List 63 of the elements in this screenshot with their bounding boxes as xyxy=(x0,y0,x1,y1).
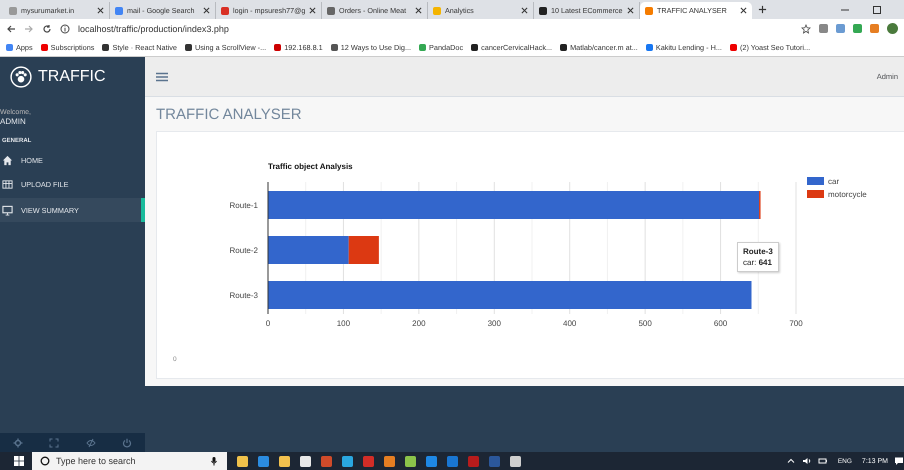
legend-label[interactable]: car xyxy=(828,177,840,186)
notification-icon[interactable] xyxy=(894,456,904,466)
chart-tooltip: Route-3 car: 641 xyxy=(737,242,779,272)
taskbar-search-field[interactable]: Type here to search xyxy=(32,452,227,470)
close-icon[interactable] xyxy=(521,7,528,14)
axis-label: 100 xyxy=(336,319,350,328)
axis-label: 700 xyxy=(789,319,803,328)
taskbar-app-icon[interactable] xyxy=(237,456,248,466)
taskbar-app-icon[interactable] xyxy=(405,456,416,466)
back-icon[interactable] xyxy=(6,24,16,34)
taskbar-app-icon[interactable] xyxy=(384,456,395,466)
home-icon xyxy=(2,154,13,166)
close-icon[interactable] xyxy=(415,7,422,14)
close-icon[interactable] xyxy=(97,7,104,14)
microphone-icon[interactable] xyxy=(209,456,219,466)
cortana-icon[interactable] xyxy=(40,456,50,466)
favicon-icon xyxy=(645,6,653,14)
category-label: Route-1 xyxy=(230,201,258,210)
paw-icon xyxy=(10,66,32,88)
axis-label: 400 xyxy=(563,319,576,328)
menu-icon[interactable] xyxy=(156,72,168,82)
axis-label: 300 xyxy=(488,319,501,328)
axis-label: 200 xyxy=(412,319,426,328)
address-field[interactable]: localhost/traffic/production/index3.php xyxy=(78,24,229,34)
close-icon[interactable] xyxy=(203,7,210,14)
close-icon[interactable] xyxy=(740,7,747,14)
taskbar-app-icon[interactable] xyxy=(279,456,290,466)
app-logo[interactable]: TRAFFIC xyxy=(38,68,106,86)
battery-icon[interactable] xyxy=(818,456,828,466)
axis-label: 500 xyxy=(638,319,652,328)
close-icon[interactable] xyxy=(309,7,316,14)
category-label: Route-2 xyxy=(230,246,258,255)
taskbar-app-icon[interactable] xyxy=(510,456,521,466)
axis-label: 0 xyxy=(266,319,270,328)
new-tab-icon[interactable] xyxy=(758,5,767,14)
user-name: ADMIN xyxy=(0,116,27,126)
favicon-icon xyxy=(9,6,17,14)
maximize-icon[interactable] xyxy=(872,4,882,14)
favicon-icon xyxy=(327,6,335,14)
monitor-icon xyxy=(2,204,13,216)
category-label: Route-3 xyxy=(230,291,258,300)
speaker-icon[interactable] xyxy=(802,456,812,466)
close-icon[interactable] xyxy=(627,7,634,14)
avatar-icon[interactable] xyxy=(887,23,898,34)
legend-label[interactable]: motorcycle xyxy=(828,190,867,199)
taskbar-app-icon[interactable] xyxy=(342,456,353,466)
favicon-icon xyxy=(115,6,123,14)
star-icon[interactable] xyxy=(801,24,811,34)
axis-label: 600 xyxy=(714,319,728,328)
favicon-icon xyxy=(221,6,229,14)
taskbar-app-icon[interactable] xyxy=(300,456,311,466)
power-icon[interactable] xyxy=(122,438,132,448)
reload-icon[interactable] xyxy=(42,24,52,34)
windows-start-icon[interactable] xyxy=(14,456,24,466)
favicon-icon xyxy=(539,6,547,14)
settings-icon[interactable] xyxy=(13,438,24,448)
chart-title: Traffic object Analysis xyxy=(268,162,353,171)
page-title: TRAFFIC ANALYSER xyxy=(156,105,303,125)
eye-slash-icon[interactable] xyxy=(86,438,96,448)
fullscreen-icon[interactable] xyxy=(49,438,60,448)
table-icon xyxy=(2,178,13,190)
info-icon[interactable] xyxy=(60,24,70,34)
favicon-icon xyxy=(433,6,441,14)
